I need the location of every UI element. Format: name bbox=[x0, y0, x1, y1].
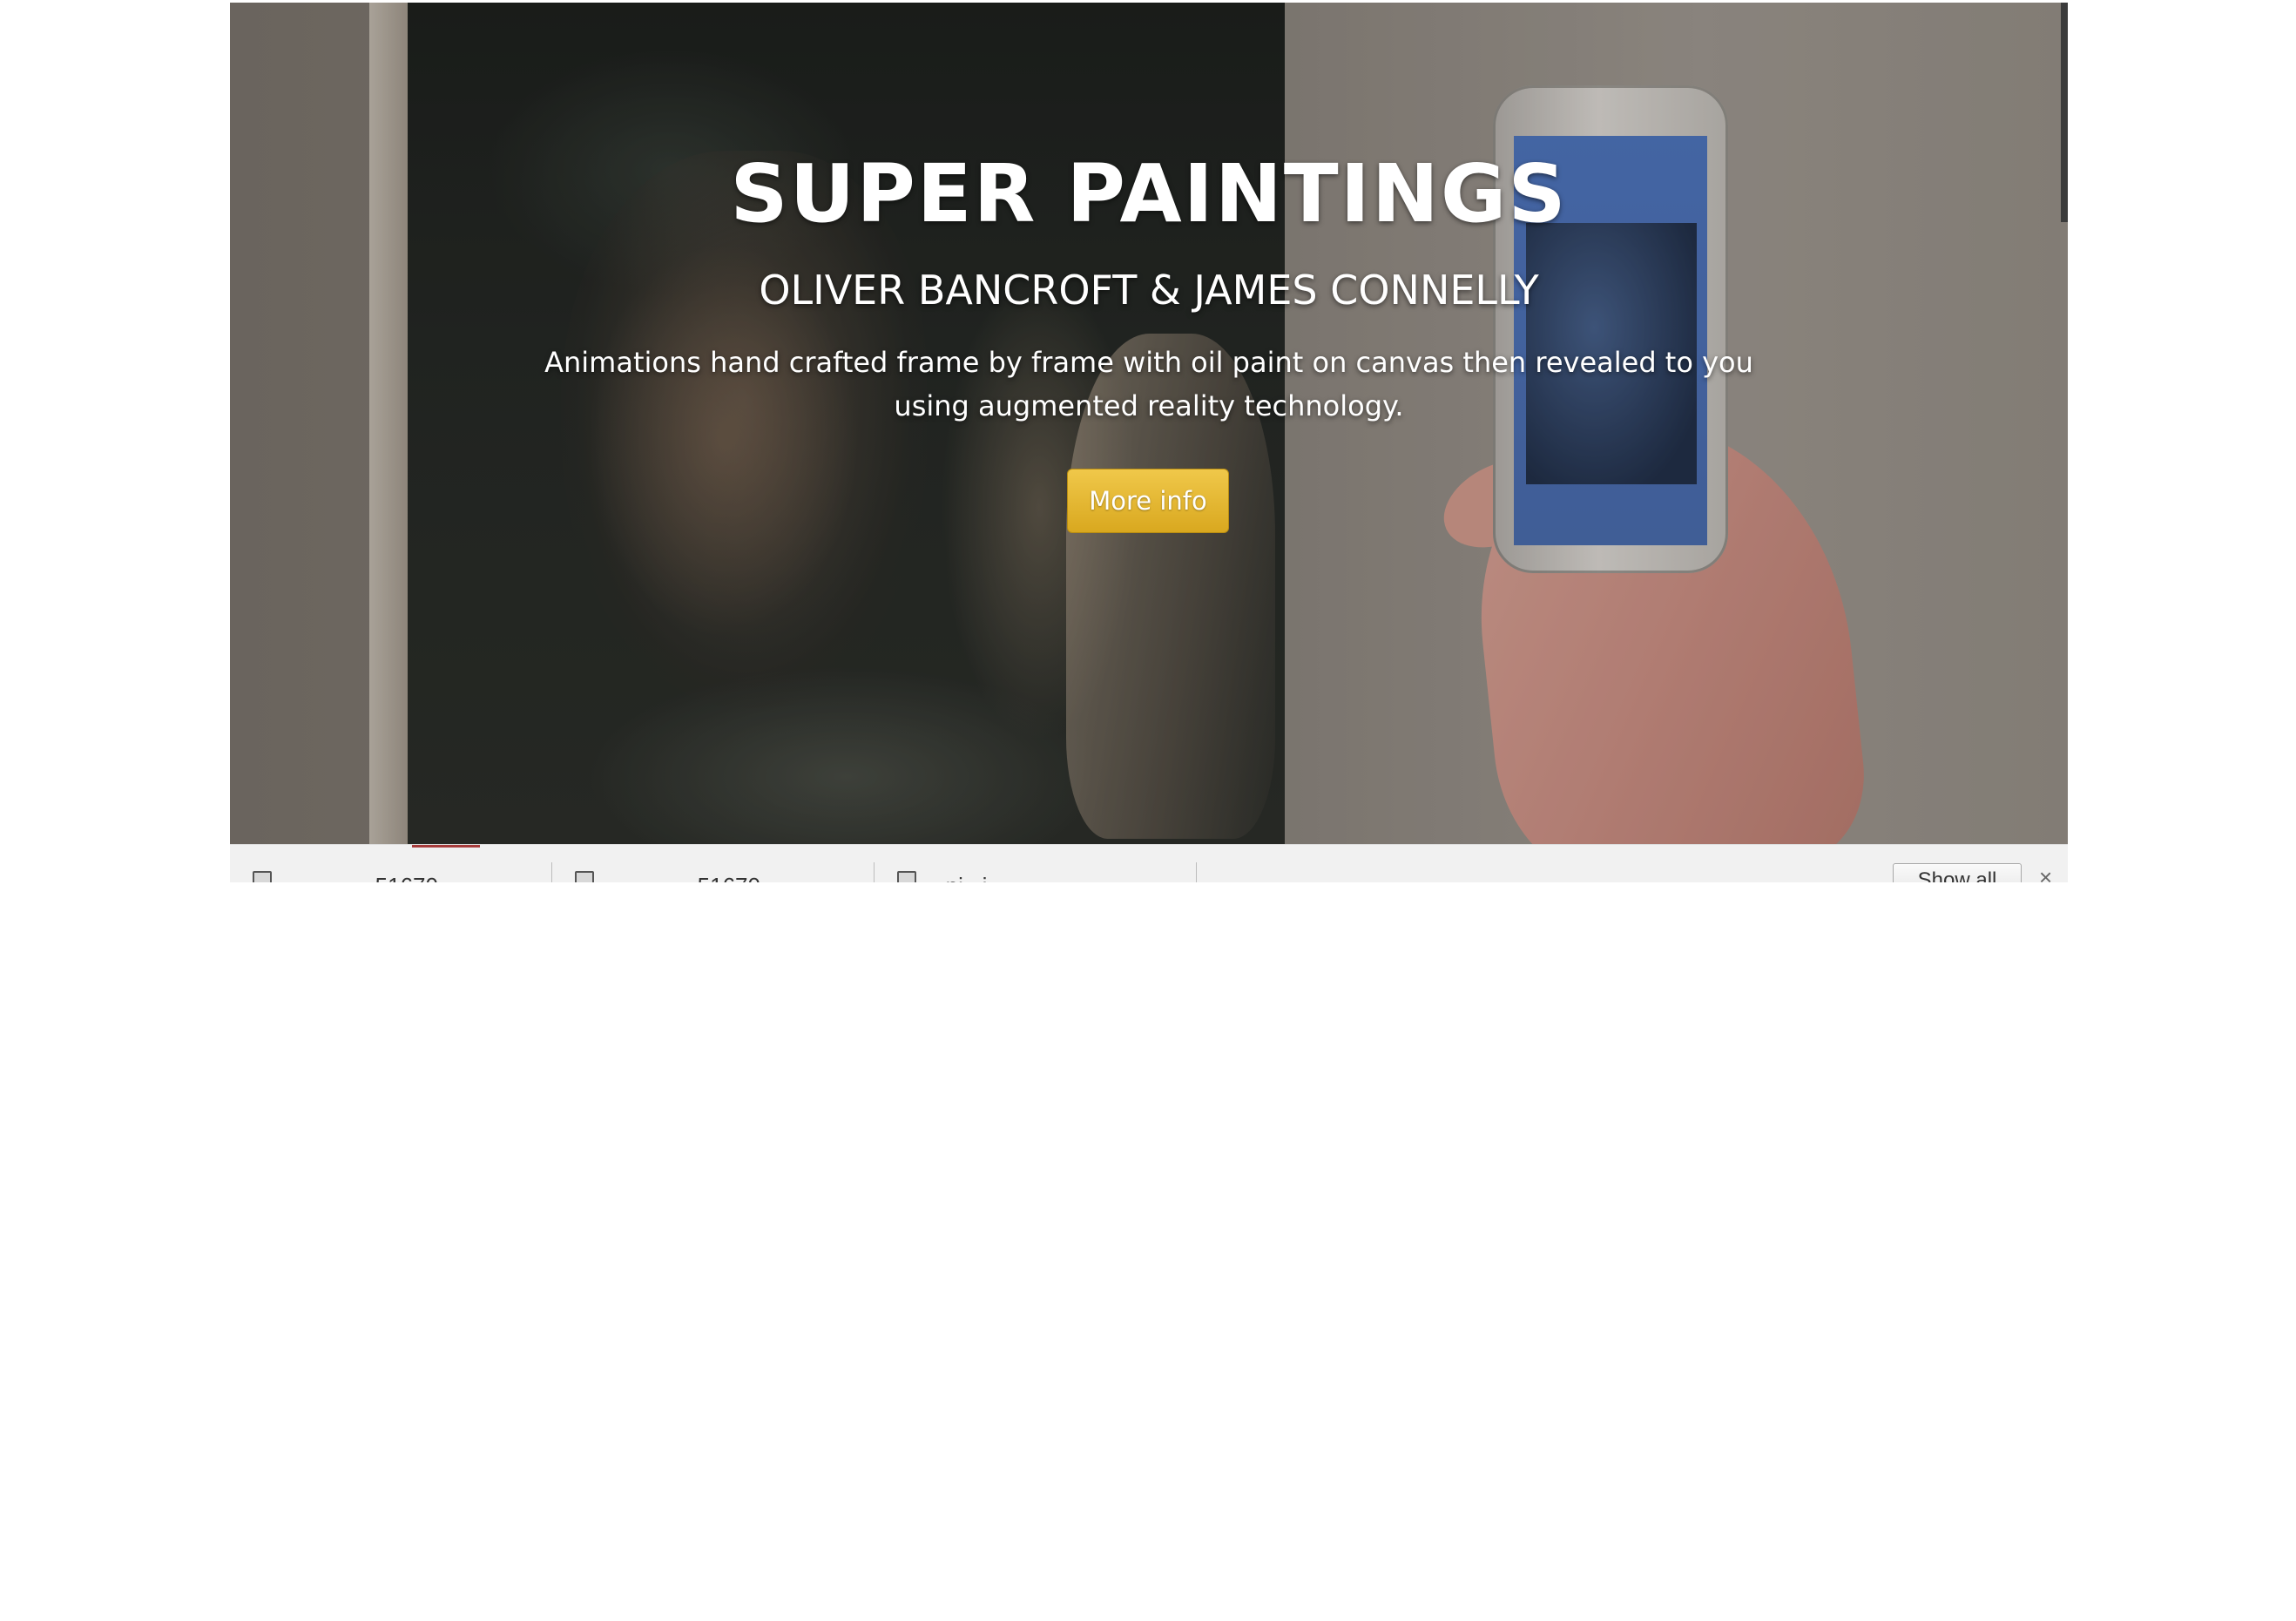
download-item[interactable]: ...51670... bbox=[230, 854, 535, 882]
hero-section: SUPER PAINTINGS OLIVER BANCROFT & JAMES … bbox=[230, 3, 2068, 844]
download-file-name: ...51670... bbox=[679, 873, 780, 882]
file-icon bbox=[897, 871, 916, 882]
download-separator bbox=[1196, 862, 1197, 882]
more-info-button[interactable]: More info bbox=[1067, 469, 1229, 533]
download-item[interactable]: ...51670... bbox=[552, 854, 857, 882]
download-item[interactable]: ...pi...i... bbox=[875, 854, 1179, 882]
download-file-name: ...pi...i... bbox=[927, 873, 1006, 882]
download-file-name: ...51670... bbox=[356, 873, 457, 882]
file-icon bbox=[575, 871, 594, 882]
artists-subtitle: OLIVER BANCROFT & JAMES CONNELLY bbox=[759, 267, 1539, 314]
file-icon bbox=[253, 871, 272, 882]
browser-window: SUPER PAINTINGS OLIVER BANCROFT & JAMES … bbox=[230, 3, 2068, 882]
download-bar: ...51670... ...51670... ...pi...i... Sho… bbox=[230, 844, 2068, 882]
page-title: SUPER PAINTINGS bbox=[730, 147, 1568, 240]
download-progress-indicator bbox=[412, 845, 480, 848]
close-icon[interactable]: × bbox=[2039, 864, 2052, 882]
hero-description: Animations hand crafted frame by frame w… bbox=[544, 346, 1753, 422]
show-all-downloads-button[interactable]: Show all bbox=[1893, 863, 2022, 882]
